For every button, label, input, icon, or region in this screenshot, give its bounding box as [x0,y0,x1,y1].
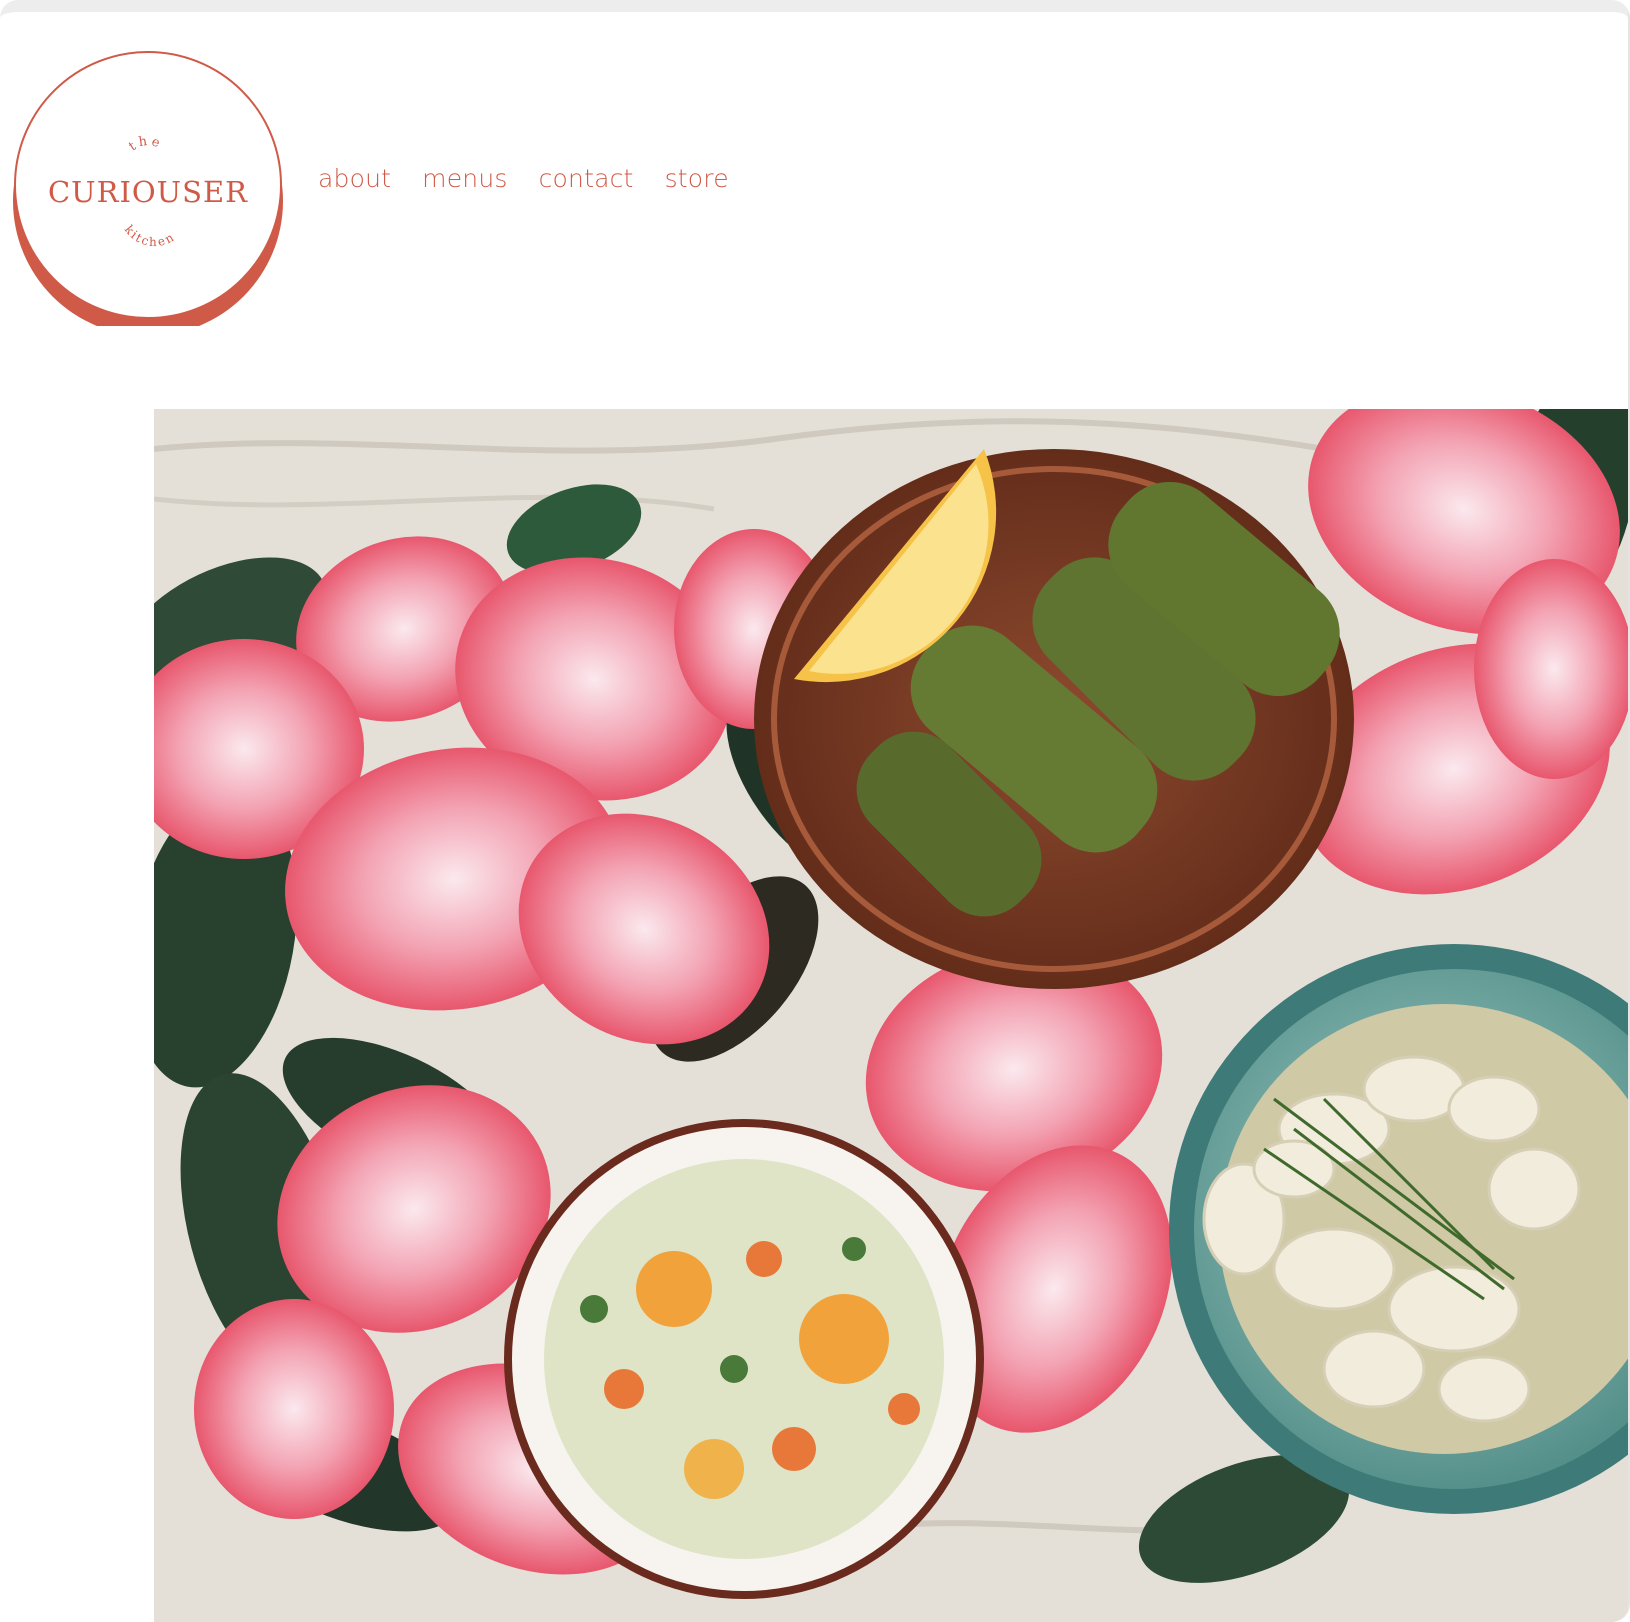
nav-contact-link[interactable]: contact [539,164,634,193]
nav-store-link[interactable]: store [665,164,729,193]
logo[interactable]: the CURIOUSER kitchen [8,36,283,326]
nav-menus-link[interactable]: menus [422,164,507,193]
page-frame: the CURIOUSER kitchen about menus contac… [0,0,1630,1622]
main-nav: about menus contact store [318,164,729,193]
hero-food-photo [154,409,1628,1622]
nav-about-link[interactable]: about [318,164,391,193]
logo-main-text: CURIOUSER [48,175,248,209]
food-photo-illustration [154,409,1628,1622]
